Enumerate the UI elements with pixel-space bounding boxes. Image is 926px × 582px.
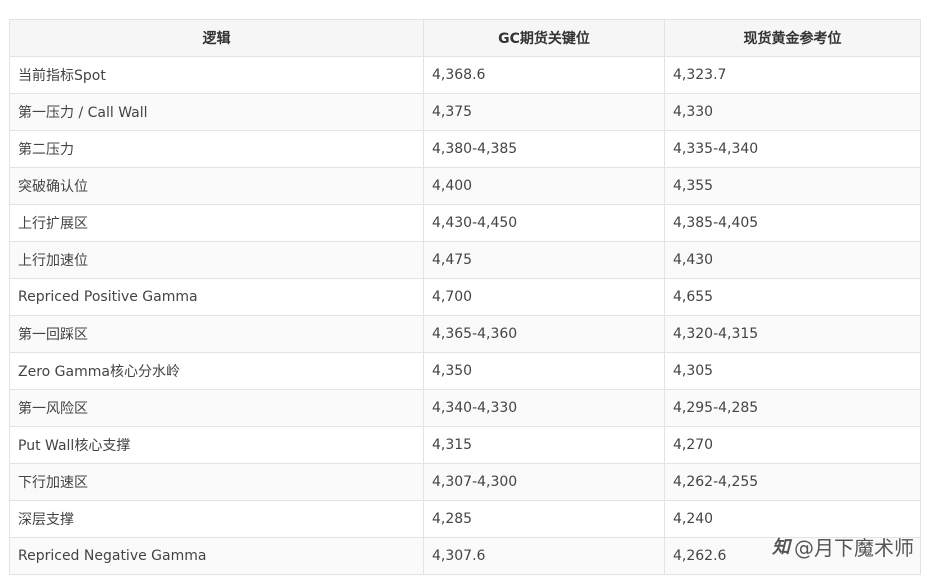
- cell-logic: 上行扩展区: [9, 204, 424, 242]
- header-logic: 逻辑: [9, 19, 424, 57]
- cell-spot-gold: 4,320-4,315: [664, 315, 921, 353]
- cell-logic: 第一回踩区: [9, 315, 424, 353]
- cell-logic: Put Wall核心支撑: [9, 426, 424, 464]
- table-row: Zero Gamma核心分水岭 4,350 4,305: [9, 352, 921, 390]
- header-gc-futures: GC期货关键位: [423, 19, 665, 57]
- table-row: 当前指标Spot 4,368.6 4,323.7: [9, 56, 921, 94]
- cell-logic: 第二压力: [9, 130, 424, 168]
- table-row: 上行加速位 4,475 4,430: [9, 241, 921, 279]
- cell-logic: 当前指标Spot: [9, 56, 424, 94]
- table-row: 第一风险区 4,340-4,330 4,295-4,285: [9, 389, 921, 427]
- cell-logic: 突破确认位: [9, 167, 424, 205]
- table-body: 当前指标Spot 4,368.6 4,323.7 第一压力 / Call Wall 4,…: [9, 56, 921, 575]
- table-row: 第一压力 / Call Wall 4,375 4,330: [9, 93, 921, 131]
- cell-spot-gold: 4,385-4,405: [664, 204, 921, 242]
- cell-gc-futures: 4,380-4,385: [423, 130, 665, 168]
- cell-gc-futures: 4,400: [423, 167, 665, 205]
- levels-table-container: 逻辑 GC期货关键位 现货黄金参考位 当前指标Spot 4,368.6 4,323.…: [9, 19, 921, 575]
- cell-logic: Repriced Negative Gamma: [9, 537, 424, 575]
- table-header-row: 逻辑 GC期货关键位 现货黄金参考位: [9, 19, 921, 57]
- cell-gc-futures: 4,368.6: [423, 56, 665, 94]
- table-row: 第一回踩区 4,365-4,360 4,320-4,315: [9, 315, 921, 353]
- cell-logic: 第一风险区: [9, 389, 424, 427]
- cell-logic: 上行加速位: [9, 241, 424, 279]
- table-row: Repriced Positive Gamma 4,700 4,655: [9, 278, 921, 316]
- cell-spot-gold: 4,323.7: [664, 56, 921, 94]
- zhihu-logo-icon: 知: [772, 537, 790, 558]
- cell-spot-gold: 4,355: [664, 167, 921, 205]
- cell-logic: 深层支撑: [9, 500, 424, 538]
- cell-gc-futures: 4,700: [423, 278, 665, 316]
- cell-spot-gold: 4,262-4,255: [664, 463, 921, 501]
- cell-logic: 下行加速区: [9, 463, 424, 501]
- cell-logic: Repriced Positive Gamma: [9, 278, 424, 316]
- table-row: 下行加速区 4,307-4,300 4,262-4,255: [9, 463, 921, 501]
- watermark-text: @月下魔术师: [794, 535, 914, 560]
- cell-spot-gold: 4,655: [664, 278, 921, 316]
- table-row: 突破确认位 4,400 4,355: [9, 167, 921, 205]
- watermark: 知 @月下魔术师: [772, 532, 914, 560]
- cell-gc-futures: 4,315: [423, 426, 665, 464]
- cell-gc-futures: 4,285: [423, 500, 665, 538]
- cell-spot-gold: 4,335-4,340: [664, 130, 921, 168]
- cell-logic: Zero Gamma核心分水岭: [9, 352, 424, 390]
- cell-logic: 第一压力 / Call Wall: [9, 93, 424, 131]
- cell-spot-gold: 4,305: [664, 352, 921, 390]
- cell-gc-futures: 4,307-4,300: [423, 463, 665, 501]
- header-spot-gold: 现货黄金参考位: [664, 19, 921, 57]
- table-row: 第二压力 4,380-4,385 4,335-4,340: [9, 130, 921, 168]
- cell-gc-futures: 4,307.6: [423, 537, 665, 575]
- cell-gc-futures: 4,475: [423, 241, 665, 279]
- cell-gc-futures: 4,430-4,450: [423, 204, 665, 242]
- levels-table: 逻辑 GC期货关键位 现货黄金参考位 当前指标Spot 4,368.6 4,323.…: [9, 19, 921, 575]
- cell-spot-gold: 4,295-4,285: [664, 389, 921, 427]
- cell-gc-futures: 4,365-4,360: [423, 315, 665, 353]
- cell-gc-futures: 4,375: [423, 93, 665, 131]
- cell-gc-futures: 4,350: [423, 352, 665, 390]
- cell-spot-gold: 4,270: [664, 426, 921, 464]
- cell-spot-gold: 4,430: [664, 241, 921, 279]
- table-row: 上行扩展区 4,430-4,450 4,385-4,405: [9, 204, 921, 242]
- table-row: Put Wall核心支撑 4,315 4,270: [9, 426, 921, 464]
- cell-gc-futures: 4,340-4,330: [423, 389, 665, 427]
- cell-spot-gold: 4,330: [664, 93, 921, 131]
